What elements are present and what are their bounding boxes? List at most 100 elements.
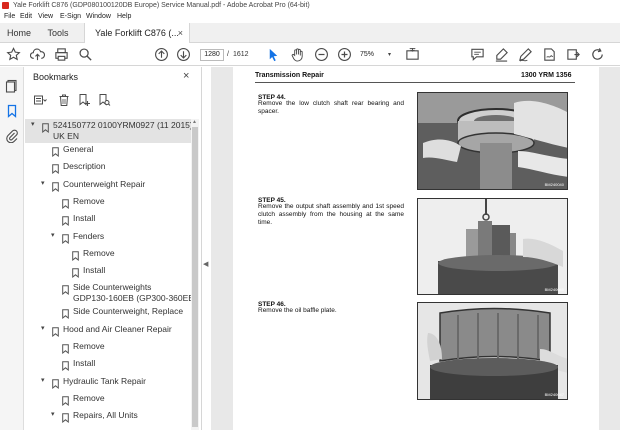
select-cursor-icon[interactable] — [266, 47, 281, 62]
chevron-down-icon[interactable]: ▾ — [51, 232, 59, 240]
step-45-photo-caption: BM240040 — [544, 287, 564, 292]
new-bookmark-icon[interactable] — [77, 93, 91, 107]
bookmark-search-icon[interactable] — [97, 93, 111, 107]
star-icon[interactable] — [6, 47, 21, 62]
upload-icon[interactable] — [30, 47, 45, 62]
bookmark-label: Remove — [73, 392, 105, 403]
bookmarks-scrollbar[interactable]: ▲ — [191, 119, 199, 430]
zoom-out-icon[interactable] — [314, 47, 329, 62]
bookmark-item[interactable]: Remove — [25, 340, 191, 357]
menu-view[interactable]: View — [38, 11, 53, 23]
chevron-down-icon — [61, 249, 69, 257]
bookmark-item[interactable]: General — [25, 143, 191, 160]
rotate-icon[interactable] — [590, 47, 605, 62]
menu-help[interactable]: Help — [117, 11, 131, 23]
chevron-down-icon — [51, 307, 59, 315]
bookmark-item[interactable]: ▾ Fenders — [25, 230, 191, 247]
step-45-text: Remove the output shaft assembly and 1st… — [258, 203, 404, 226]
scrollbar-thumb[interactable] — [192, 127, 198, 427]
bookmark-label-line2: UK EN — [53, 131, 79, 141]
tab-close-icon[interactable]: × — [178, 23, 183, 43]
bookmark-icon — [62, 393, 69, 406]
chevron-down-icon[interactable]: ▾ — [51, 411, 59, 419]
previous-page-icon[interactable] — [154, 47, 169, 62]
zoom-level[interactable]: 75% — [360, 49, 388, 61]
print-icon[interactable] — [54, 47, 69, 62]
chevron-down-icon[interactable]: ▾ — [41, 325, 49, 333]
menu-window[interactable]: Window — [86, 11, 111, 23]
delete-bookmark-icon[interactable] — [57, 93, 71, 107]
step-46-text: Remove the oil baffle plate. — [258, 307, 337, 314]
bookmark-label: Hood and Air Cleaner Repair — [63, 323, 172, 334]
bookmark-icon — [62, 282, 69, 296]
bookmark-item[interactable]: ▾ Hood and Air Cleaner Repair — [25, 323, 191, 340]
chevron-down-icon[interactable]: ▾ — [41, 180, 49, 188]
zoom-in-icon[interactable] — [337, 47, 352, 62]
menu-esign[interactable]: E-Sign — [60, 11, 81, 23]
menu-edit[interactable]: Edit — [20, 11, 32, 23]
bookmark-item[interactable]: Side Counterweight, Replace — [25, 305, 191, 322]
bookmark-icon — [72, 248, 79, 261]
attachments-icon[interactable] — [5, 129, 19, 143]
chevron-down-icon — [61, 266, 69, 274]
close-icon[interactable]: × — [183, 70, 189, 82]
bookmark-item[interactable]: Remove — [25, 392, 191, 409]
document-viewer[interactable]: Transmission Repair 1300 YRM 1356 STEP 4… — [211, 67, 620, 430]
tab-tools[interactable]: Tools — [40, 23, 76, 43]
tab-document[interactable]: Yale Forklift C876 (... × — [84, 23, 190, 44]
bookmark-icon — [62, 358, 69, 372]
bookmark-icon — [42, 120, 49, 134]
page-thumbnails-icon[interactable] — [5, 79, 19, 93]
tab-home[interactable]: Home — [0, 23, 38, 43]
bookmark-label-line2: GDP130-160EB (GP300-360EB) — [73, 293, 197, 304]
bookmark-label: Install — [73, 358, 96, 369]
menu-bar: File Edit View E-Sign Window Help — [0, 11, 620, 23]
scroll-up-icon[interactable]: ▲ — [192, 119, 197, 125]
bookmark-item[interactable]: Remove — [25, 247, 191, 264]
title-bar: Yale Forklift C876 (GDP080100120DB Europ… — [0, 0, 620, 11]
bookmark-icon — [62, 410, 69, 424]
more-tools-icon[interactable] — [566, 47, 581, 62]
bookmark-label: Install — [83, 265, 106, 276]
bookmark-label: Remove — [83, 247, 115, 258]
bookmarks-panel: Bookmarks × ▾ 524150772 0100YRM0927 (11 2… — [25, 67, 202, 430]
acrobat-logo-icon — [2, 2, 9, 9]
bookmark-icon — [52, 179, 59, 192]
bookmark-item[interactable]: ▾ 524150772 0100YRM0927 (11 2015) UK EN — [25, 119, 193, 143]
next-page-icon[interactable] — [176, 47, 191, 62]
bookmarks-panel-icon[interactable] — [5, 104, 19, 118]
fill-sign-icon[interactable] — [542, 47, 557, 62]
bookmark-item[interactable]: Install — [25, 264, 191, 281]
draw-icon[interactable] — [518, 47, 533, 62]
collapse-panel-icon[interactable]: ◀ — [203, 260, 208, 268]
bookmark-item[interactable]: Remove — [25, 195, 191, 212]
tab-bar: Home Tools Yale Forklift C876 (... × — [0, 23, 620, 44]
chevron-down-icon — [41, 162, 49, 170]
chevron-down-icon — [41, 145, 49, 153]
page-separator: / — [227, 51, 229, 58]
bookmark-item[interactable]: ▾ Counterweight Repair — [25, 178, 191, 195]
hand-icon[interactable] — [290, 47, 305, 62]
step-44-photo-caption: BM240040 — [544, 182, 564, 187]
step-46-photo-caption: BM240047 — [544, 392, 564, 397]
chevron-down-icon[interactable]: ▾ — [31, 121, 39, 129]
page-number-input[interactable]: 1280 — [200, 49, 224, 61]
chevron-down-icon[interactable]: ▾ — [388, 49, 391, 61]
bookmarks-title: Bookmarks — [33, 72, 79, 82]
menu-file[interactable]: File — [4, 11, 15, 23]
bookmark-item[interactable]: ▾ Repairs, All Units — [25, 409, 191, 426]
comment-icon[interactable] — [470, 47, 485, 62]
options-menu-icon[interactable] — [33, 93, 47, 107]
search-icon[interactable] — [78, 47, 93, 62]
highlight-icon[interactable] — [494, 47, 509, 62]
step-44-photo: BM240040 — [417, 92, 568, 190]
bookmark-item[interactable]: ▾ Hydraulic Tank Repair — [25, 375, 191, 392]
tab-document-label: Yale Forklift C876 (... — [95, 28, 179, 38]
fit-page-icon[interactable] — [405, 47, 420, 62]
bookmark-item[interactable]: Install — [25, 357, 191, 374]
bookmark-item[interactable]: Install — [25, 212, 191, 229]
chevron-down-icon[interactable]: ▾ — [41, 377, 49, 385]
bookmark-item[interactable]: Side Counterweights GDP130-160EB (GP300-3… — [25, 281, 197, 305]
chevron-down-icon — [51, 197, 59, 205]
bookmark-item[interactable]: Description — [25, 160, 191, 177]
